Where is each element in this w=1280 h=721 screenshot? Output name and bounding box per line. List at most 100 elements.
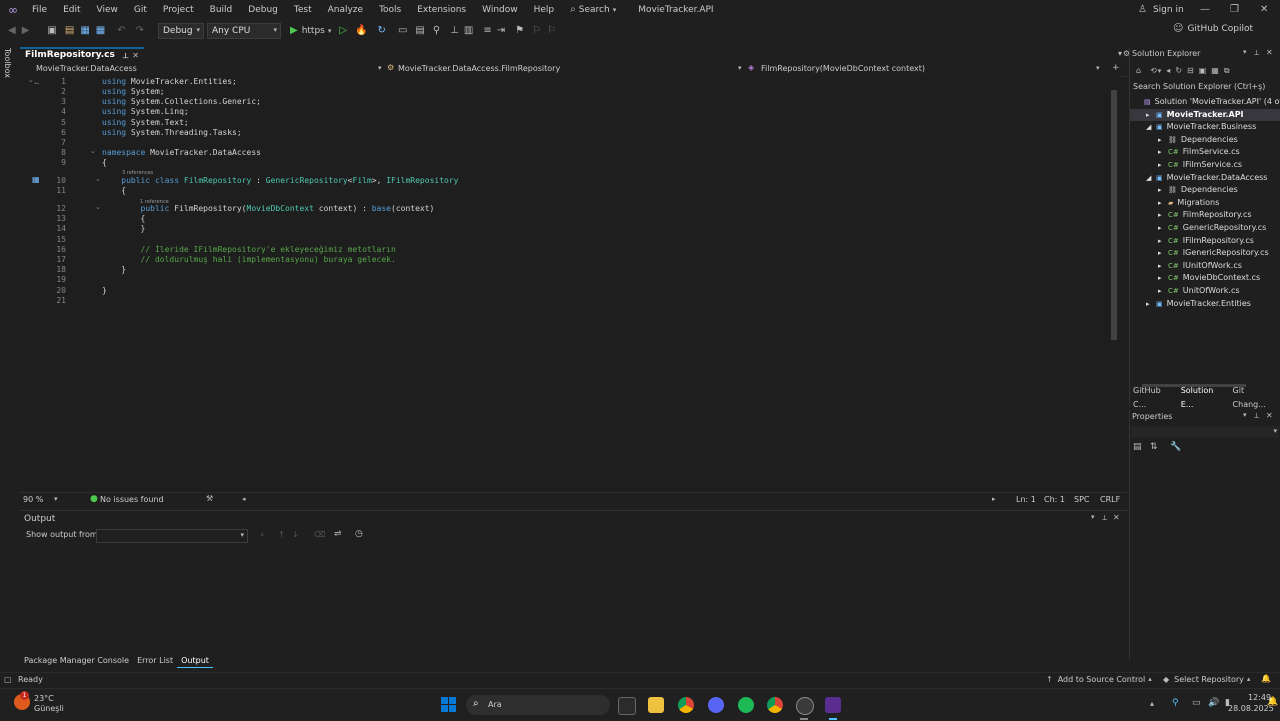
timestamp-icon[interactable]: ◷ xyxy=(355,530,363,539)
menu-edit[interactable]: Edit xyxy=(55,0,88,20)
search-button[interactable]: ⌕ Search ▾ xyxy=(570,5,616,16)
clear-all-icon[interactable]: ⌫ xyxy=(314,531,325,539)
code-line[interactable]: 15 xyxy=(20,235,102,245)
platform-dropdown[interactable]: Any CPU ▾ xyxy=(207,23,281,39)
code-line[interactable]: 9{ xyxy=(20,158,107,168)
code-line[interactable]: 14 } xyxy=(20,224,145,234)
tree-item[interactable]: ▸ ▣ MovieTracker.Entities xyxy=(1146,298,1251,310)
close-icon[interactable]: ✕ xyxy=(132,51,139,60)
pin-icon[interactable]: ⟂ xyxy=(1254,412,1259,420)
code-line[interactable]: 17 // doldurulmuş hali (implementasyonu)… xyxy=(20,255,395,265)
menu-file[interactable]: File xyxy=(24,0,55,20)
refresh-icon[interactable]: ↻ xyxy=(378,26,386,36)
panel-menu-icon[interactable]: ▾ xyxy=(1243,49,1247,56)
fold-toggle-icon[interactable]: ⌄ xyxy=(90,148,96,155)
tree-item[interactable]: ▸ C# IFilmService.cs xyxy=(1158,159,1242,171)
broom-icon[interactable]: ⚒ xyxy=(206,495,213,503)
alphabetical-icon[interactable]: ⇅ xyxy=(1150,443,1158,452)
chevron-down-icon[interactable]: ▾ xyxy=(1158,67,1162,75)
undo-icon[interactable]: ↶ xyxy=(117,26,125,36)
notification-center-icon[interactable]: 🔔 xyxy=(1267,698,1278,707)
tree-item[interactable]: ◢ ▣ MovieTracker.DataAccess xyxy=(1146,172,1267,184)
pin-icon[interactable]: ⟂ xyxy=(1254,49,1259,57)
volume-icon[interactable]: 🔊 xyxy=(1208,699,1219,708)
code-line[interactable]: 2 using System; xyxy=(20,87,164,97)
filter-icon[interactable]: ⚲ xyxy=(433,26,440,36)
codelens-class-references[interactable]: 3 references xyxy=(122,170,153,176)
project-dropdown[interactable]: MovieTracker.DataAccess xyxy=(36,62,137,76)
solution-search-box[interactable]: Search Solution Explorer (Ctrl+ş) xyxy=(1131,81,1279,93)
fold-toggle-icon[interactable]: ⌄ xyxy=(95,176,101,183)
code-editor[interactable]: 1 using MovieTracker.Entities; 2 using Syst… xyxy=(20,76,1120,492)
code-line[interactable]: 20} xyxy=(20,286,106,296)
code-line[interactable]: 18 } xyxy=(20,265,126,275)
indent-icon[interactable]: ⇥ xyxy=(497,26,505,36)
format-icon[interactable]: ≡ xyxy=(483,26,491,36)
code-line[interactable]: 12 public FilmRepository(MovieDbContext … xyxy=(20,204,434,214)
home-icon[interactable]: ⌂ xyxy=(1136,67,1141,75)
expand-arrow-icon[interactable]: ▸ xyxy=(1158,285,1168,297)
menu-extensions[interactable]: Extensions xyxy=(409,0,474,20)
codelens-ctor-references[interactable]: 1 reference xyxy=(140,199,169,205)
chevron-down-icon[interactable]: ▾ xyxy=(54,496,58,503)
expand-arrow-icon[interactable]: ▸ xyxy=(1158,235,1168,247)
tree-item[interactable]: ▸ ▣ MovieTracker.API xyxy=(1130,108,1280,121)
issues-status[interactable]: No issues found xyxy=(100,493,164,507)
expand-arrow-icon[interactable]: ▸ xyxy=(1158,184,1168,196)
back-icon[interactable]: ◂ xyxy=(1166,67,1170,75)
new-project-icon[interactable]: ▣ xyxy=(47,26,56,36)
refresh-icon[interactable]: ↻ xyxy=(1175,67,1182,75)
panel-menu-icon[interactable]: ▾ xyxy=(1243,412,1247,419)
indent-mode[interactable]: SPC xyxy=(1074,493,1090,507)
scroll-left-icon[interactable]: ◂ xyxy=(242,496,246,503)
type-dropdown[interactable]: MovieTracker.DataAccess.FilmRepository xyxy=(398,62,560,76)
code-line[interactable]: 4 using System.Linq; xyxy=(20,107,189,117)
expand-arrow-icon[interactable]: ▸ xyxy=(1158,272,1168,284)
spotify-icon[interactable] xyxy=(738,697,754,713)
pin-icon[interactable]: ⟂ xyxy=(123,51,128,60)
close-icon[interactable]: ✕ xyxy=(1113,514,1120,522)
expand-arrow-icon[interactable]: ▸ xyxy=(1158,247,1168,259)
minimize-button[interactable]: — xyxy=(1200,5,1210,15)
vertical-scrollbar[interactable] xyxy=(1110,76,1120,492)
close-window-button[interactable]: ✕ xyxy=(1260,5,1268,15)
menu-help[interactable]: Help xyxy=(526,0,563,20)
tree-item[interactable]: ▸ C# FilmRepository.cs xyxy=(1158,209,1252,221)
notifications-bell-icon[interactable]: 🔔 xyxy=(1261,675,1271,683)
object-selector[interactable]: ▾ xyxy=(1131,426,1279,438)
add-to-source-control-button[interactable]: ↑ Add to Source Control ▴ xyxy=(1046,675,1152,684)
menu-tools[interactable]: Tools xyxy=(371,0,409,20)
tray-overflow-icon[interactable]: ▴ xyxy=(1150,700,1154,708)
code-line[interactable]: 13 { xyxy=(20,214,145,224)
weather-description[interactable]: Güneşli xyxy=(34,704,64,713)
code-line[interactable]: 1 using MovieTracker.Entities; xyxy=(20,77,237,87)
menu-build[interactable]: Build xyxy=(202,0,241,20)
browse-icon[interactable]: ▭ xyxy=(398,26,407,36)
panel-tab[interactable]: Solution E... xyxy=(1177,384,1230,413)
implementation-marker-icon[interactable]: ▦ xyxy=(32,176,40,184)
vpn-icon[interactable]: ⚲ xyxy=(1172,699,1179,708)
column-number[interactable]: Ch: 1 xyxy=(1044,493,1065,507)
layout-icon[interactable]: ▤ xyxy=(415,26,424,36)
menu-view[interactable]: View xyxy=(89,0,126,20)
properties-icon[interactable]: ▦ xyxy=(1211,67,1219,75)
start-without-debug-icon[interactable]: ▷ xyxy=(339,26,347,36)
toolbox-tab[interactable]: Toolbox xyxy=(3,48,12,78)
line-number[interactable]: Ln: 1 xyxy=(1016,493,1036,507)
code-area[interactable]: 1 using MovieTracker.Entities; 2 using Syst… xyxy=(20,76,1110,492)
tree-item[interactable]: ▸ C# IGenericRepository.cs xyxy=(1158,247,1269,259)
panel-tab[interactable]: Git Chang... xyxy=(1230,384,1280,412)
open-folder-icon[interactable]: ▤ xyxy=(65,26,74,36)
expand-arrow-icon[interactable]: ▸ xyxy=(1158,260,1168,272)
tab-package-manager-console[interactable]: Package Manager Console xyxy=(20,654,133,667)
chevron-down-icon[interactable]: ▾ xyxy=(1096,65,1100,72)
expand-arrow-icon[interactable]: ▸ xyxy=(1158,209,1168,221)
line-ending[interactable]: CRLF xyxy=(1100,493,1120,507)
menu-git[interactable]: Git xyxy=(126,0,155,20)
tree-item[interactable]: ▤ Solution 'MovieTracker.API' (4 of 4 xyxy=(1134,96,1280,108)
menu-analyze[interactable]: Analyze xyxy=(320,0,371,20)
back-arrow-icon[interactable]: ◀ xyxy=(8,26,16,36)
scroll-right-icon[interactable]: ▸ xyxy=(992,496,996,503)
tab-filmrepository[interactable]: FilmRepository.cs ⟂ ✕ xyxy=(20,47,144,62)
sign-in-button[interactable]: ♙ Sign in xyxy=(1138,0,1184,20)
